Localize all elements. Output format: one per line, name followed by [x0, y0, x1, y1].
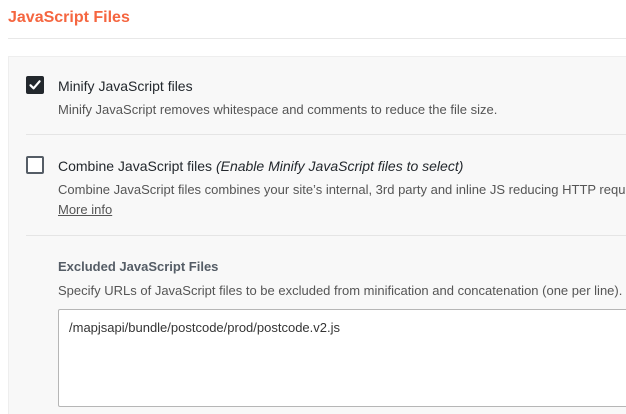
more-info-link[interactable]: More info [58, 201, 112, 218]
combine-js-description: Combine JavaScript files combines your s… [58, 182, 626, 197]
excluded-js-label: Excluded JavaScript Files [58, 259, 219, 274]
excluded-js-description: Specify URLs of JavaScript files to be e… [58, 283, 623, 298]
combine-js-label-text: Combine JavaScript files [58, 158, 213, 174]
combine-js-checkbox[interactable] [26, 156, 44, 174]
combine-js-label[interactable]: Combine JavaScript files (Enable Minify … [58, 157, 463, 175]
minify-js-label[interactable]: Minify JavaScript files [58, 77, 193, 95]
combine-js-label-note: (Enable Minify JavaScript files to selec… [215, 158, 464, 174]
minify-js-description: Minify JavaScript removes whitespace and… [58, 102, 498, 117]
title-divider [8, 38, 626, 39]
minify-js-checkbox[interactable] [26, 76, 44, 94]
checkmark-icon [29, 80, 41, 90]
section-title: JavaScript Files [8, 9, 130, 26]
excluded-js-textarea[interactable]: /mapjsapi/bundle/postcode/prod/postcode.… [58, 309, 626, 407]
row-divider [26, 235, 626, 236]
row-divider [26, 134, 626, 135]
